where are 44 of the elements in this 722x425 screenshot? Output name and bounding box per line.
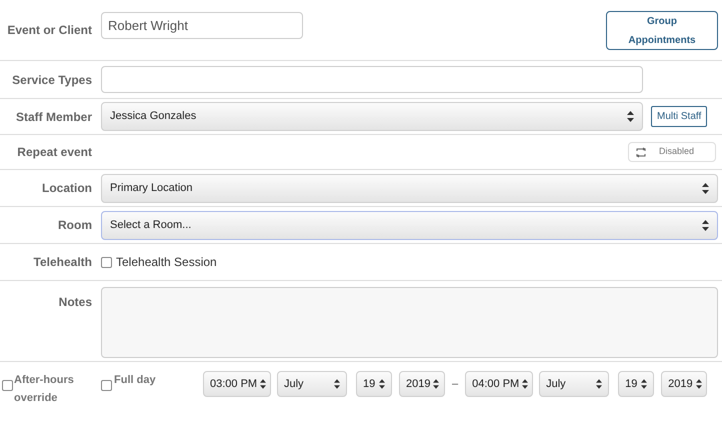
full-day-checkbox[interactable] (101, 380, 112, 391)
checkbox-label: After-hours override (14, 373, 75, 406)
multi-staff-button[interactable]: Multi Staff (651, 106, 708, 127)
repeat-icon (635, 146, 647, 158)
field-label: Service Types (12, 72, 92, 88)
time-select[interactable]: 03:00 PM (203, 371, 271, 397)
field-label: Location (42, 180, 92, 197)
year-select[interactable]: 2019 (399, 371, 445, 397)
day-select[interactable]: 19 (356, 371, 392, 397)
month-select[interactable]: July (277, 371, 347, 397)
select-arrows-icon (641, 379, 648, 389)
select-arrows-icon (260, 379, 266, 389)
staff-select[interactable]: Jessica Gonzales (101, 102, 643, 131)
notes-field[interactable] (101, 287, 718, 358)
field-label: Repeat event (17, 144, 92, 161)
checkbox-label: Full day (114, 373, 156, 388)
field-label: Telehealth (34, 254, 92, 271)
telehealth-checkbox[interactable] (101, 256, 112, 268)
select-arrows-icon (522, 379, 528, 389)
select-arrows-icon (627, 111, 634, 122)
select-arrows-icon (702, 220, 709, 230)
field-label: Event or Client (7, 22, 92, 39)
service-types-field[interactable] (101, 66, 643, 93)
range-separator: – (452, 376, 458, 392)
select-arrows-icon (702, 182, 709, 194)
month-select[interactable]: July (539, 371, 610, 397)
select-arrows-icon (379, 379, 385, 389)
checkbox-label: Telehealth Session (116, 254, 217, 271)
day-select[interactable]: 19 (618, 371, 654, 397)
group-appointments-button[interactable]: Group Appointments (606, 11, 718, 50)
select-arrows-icon (334, 379, 340, 389)
select-arrows-icon (596, 379, 602, 389)
year-select[interactable]: 2019 (661, 371, 708, 397)
location-select[interactable]: Primary Location (101, 174, 718, 202)
field-label: Room (58, 217, 92, 234)
field-label: Notes (58, 294, 92, 311)
select-arrows-icon (696, 379, 702, 389)
field-label: Staff Member (16, 108, 92, 126)
time-select[interactable]: 04:00 PM (465, 371, 534, 397)
room-select[interactable]: Select a Room... (101, 210, 718, 240)
after-hours-checkbox[interactable] (2, 380, 13, 391)
select-arrows-icon (433, 379, 440, 389)
repeat-toggle[interactable]: Disabled (628, 142, 716, 162)
client-field[interactable]: Robert Wright (101, 12, 303, 39)
